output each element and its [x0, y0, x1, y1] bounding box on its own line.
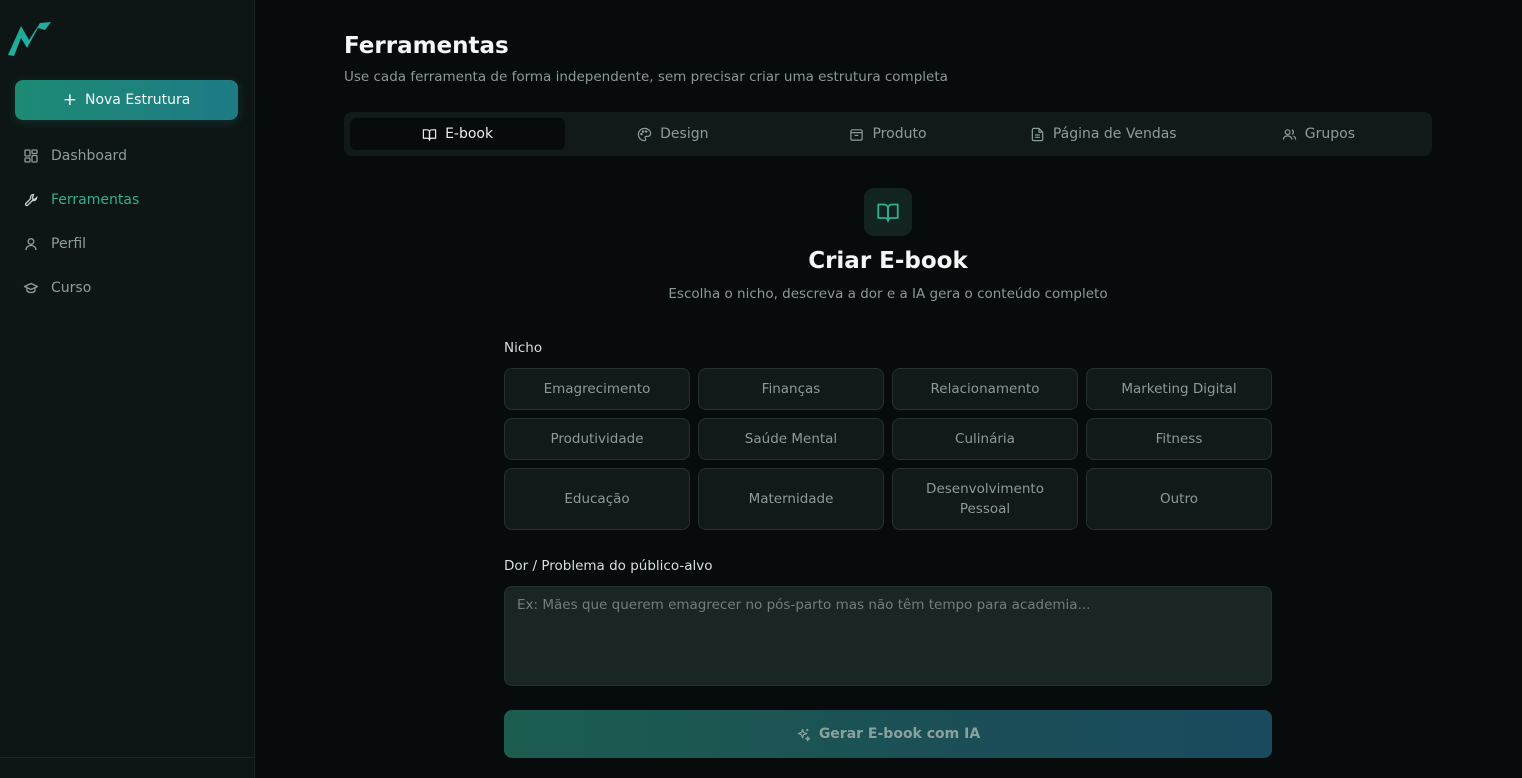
niche-option-saude-mental[interactable]: Saúde Mental [698, 418, 884, 460]
niche-option-fitness[interactable]: Fitness [1086, 418, 1272, 460]
graduation-cap-icon [23, 282, 39, 294]
sidebar-item-curso[interactable]: Curso [15, 268, 240, 308]
sidebar: + Nova Estrutura Dashboard Ferramentas P… [0, 0, 255, 778]
sidebar-item-perfil[interactable]: Perfil [15, 224, 240, 264]
tab-label: Design [660, 126, 709, 142]
sidebar-item-ferramentas[interactable]: Ferramentas [15, 180, 240, 220]
ebook-title-text: Criar E-book [808, 248, 968, 274]
ebook-hero-icon-box [864, 188, 912, 236]
niche-label: Nicho [504, 340, 543, 356]
pain-label: Dor / Problema do público-alvo [504, 558, 713, 574]
new-structure-label: Nova Estrutura [84, 92, 191, 108]
tab-label: Grupos [1304, 126, 1356, 142]
niche-option-maternidade[interactable]: Maternidade [698, 468, 884, 530]
main-content: Ferramentas Use cada ferramenta de forma… [256, 0, 1522, 778]
tab-label: Produto [872, 126, 927, 142]
sidebar-item-label: Ferramentas [51, 192, 140, 208]
plus-icon: + [62, 89, 77, 110]
book-open-icon [422, 128, 437, 141]
dashboard-icon [24, 149, 38, 163]
tool-tabs: E-book Design Produto Página de Vendas G… [344, 112, 1432, 156]
ebook-title: Criar E-book [256, 248, 1522, 274]
palette-icon [637, 127, 652, 141]
sidebar-item-dashboard[interactable]: Dashboard [15, 136, 240, 176]
pain-input[interactable] [504, 586, 1272, 686]
niche-grid: Emagrecimento Finanças Relacionamento Ma… [504, 368, 1272, 530]
user-icon [25, 238, 37, 251]
app-root: + Nova Estrutura Dashboard Ferramentas P… [0, 0, 1522, 778]
niche-option-emagrecimento[interactable]: Emagrecimento [504, 368, 690, 410]
niche-option-outro[interactable]: Outro [1086, 468, 1272, 530]
tab-label: E-book [445, 126, 494, 142]
niche-option-financas[interactable]: Finanças [698, 368, 884, 410]
file-text-icon [1031, 127, 1044, 141]
tab-produto[interactable]: Produto [780, 118, 995, 150]
niche-option-produtividade[interactable]: Produtividade [504, 418, 690, 460]
page-subtitle: Use cada ferramenta de forma independent… [344, 69, 948, 85]
niche-option-culinaria[interactable]: Culinária [892, 418, 1078, 460]
sparkles-icon [797, 728, 811, 741]
generate-ebook-label: Gerar E-book com IA [818, 726, 981, 742]
tab-ebook[interactable]: E-book [350, 118, 566, 150]
wrench-icon [24, 193, 38, 207]
sidebar-divider [0, 757, 254, 758]
logo-icon[interactable] [7, 20, 53, 58]
niche-option-desenvolvimento-pessoal[interactable]: Desenvolvimento Pessoal [892, 468, 1078, 530]
generate-ebook-button[interactable]: Gerar E-book com IA [504, 710, 1272, 758]
users-icon [1282, 128, 1296, 140]
sidebar-item-label: Curso [51, 280, 92, 296]
ebook-subtitle: Escolha o nicho, descreva a dor e a IA g… [256, 286, 1522, 302]
tab-design[interactable]: Design [565, 118, 780, 150]
sidebar-nav: Dashboard Ferramentas Perfil Curso [15, 136, 240, 312]
new-structure-button[interactable]: + Nova Estrutura [15, 80, 238, 120]
sidebar-item-label: Dashboard [51, 148, 127, 164]
book-open-icon [877, 203, 899, 222]
ebook-subtitle-text: Escolha o nicho, descreva a dor e a IA g… [668, 286, 1108, 302]
package-icon [850, 128, 864, 141]
sidebar-item-label: Perfil [51, 236, 87, 252]
tab-grupos[interactable]: Grupos [1211, 118, 1426, 150]
niche-option-educacao[interactable]: Educação [504, 468, 690, 530]
tab-label: Página de Vendas [1052, 126, 1177, 142]
tab-pagina-de-vendas[interactable]: Página de Vendas [996, 118, 1211, 150]
page-title: Ferramentas [344, 33, 509, 59]
niche-option-marketing-digital[interactable]: Marketing Digital [1086, 368, 1272, 410]
niche-option-relacionamento[interactable]: Relacionamento [892, 368, 1078, 410]
